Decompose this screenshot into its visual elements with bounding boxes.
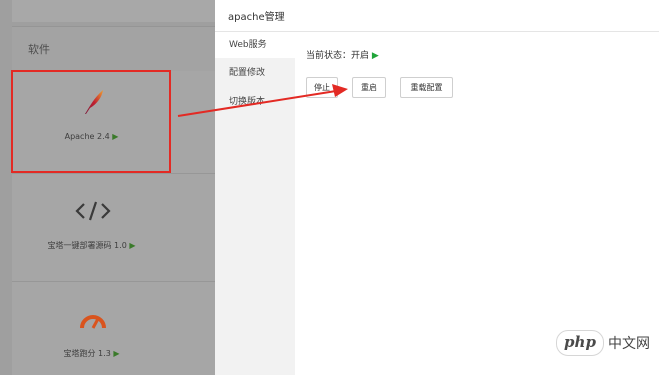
modal-title: apache管理	[228, 12, 285, 23]
software-card-deploy[interactable]: 宝塔一键部署源码 1.0 ▶	[12, 174, 172, 282]
gauge-icon	[80, 315, 106, 329]
side-item-label: 配置修改	[229, 68, 266, 78]
web-service-panel: 当前状态：开启 ▶ 停止 重启 重载配置	[295, 32, 659, 375]
status-text: 当前状态：开启	[306, 51, 370, 61]
software-name: 宝塔一键部署源码 1.0	[47, 241, 127, 250]
reload-config-button[interactable]: 重载配置	[400, 77, 453, 98]
software-card-benchmark[interactable]: 宝塔跑分 1.3 ▶	[12, 282, 172, 375]
restart-button[interactable]: 重启	[352, 77, 386, 98]
watermark-text: 中文网	[608, 336, 650, 352]
software-section-label: 软件	[28, 43, 50, 56]
modal-side-menu: Web服务 配置修改 切换版本	[215, 32, 295, 375]
background-top-strip	[12, 0, 215, 22]
side-item-config-edit[interactable]: 配置修改	[215, 60, 295, 86]
side-item-label: 切换版本	[229, 97, 266, 107]
card-side-cell	[171, 282, 215, 375]
software-card-label: 宝塔一键部署源码 1.0 ▶	[12, 240, 171, 251]
software-name: 宝塔跑分 1.3	[63, 349, 111, 358]
php-logo: php	[556, 330, 604, 356]
play-icon: ▶	[129, 241, 136, 250]
play-icon: ▶	[113, 349, 120, 358]
service-status: 当前状态：开启 ▶	[306, 48, 379, 61]
side-item-web-service[interactable]: Web服务	[215, 32, 295, 58]
code-icon	[75, 201, 111, 221]
stop-button[interactable]: 停止	[306, 77, 338, 98]
software-card-label: 宝塔跑分 1.3 ▶	[12, 348, 171, 359]
card-side-cell	[171, 174, 215, 282]
site-watermark: php 中文网	[556, 330, 656, 356]
software-section-header: 软件	[12, 26, 215, 71]
running-icon: ▶	[371, 51, 379, 61]
side-item-switch-version[interactable]: 切换版本	[215, 89, 295, 115]
card-side-cell	[171, 71, 215, 174]
modal-header: apache管理	[215, 0, 659, 32]
apache-manager-modal: apache管理 Web服务 配置修改 切换版本 当前状态：开启 ▶ 停止 重启…	[215, 0, 659, 375]
apache-highlight-box	[11, 70, 171, 173]
side-item-label: Web服务	[229, 40, 267, 50]
